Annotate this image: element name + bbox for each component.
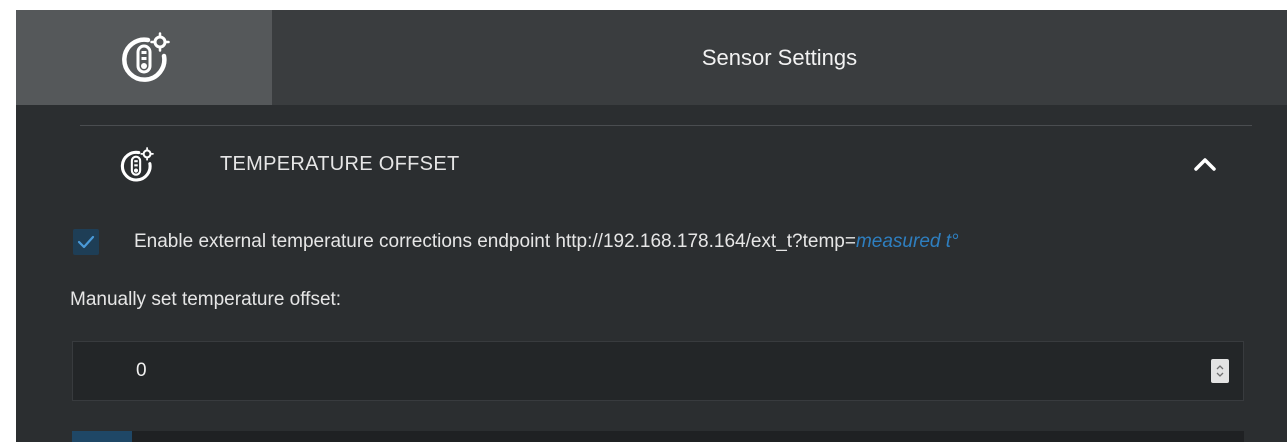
section-divider [80,125,1252,126]
manual-offset-label: Manually set temperature offset: [70,289,342,310]
settings-header: Sensor Settings [16,10,1287,105]
header-icon-cell[interactable] [16,10,272,105]
thermometer-gear-icon [122,31,170,82]
thermometer-gear-icon [120,147,154,182]
collapse-button[interactable] [1188,147,1222,181]
top-edge [0,0,1287,10]
temperature-offset-field [72,341,1244,401]
external-corrections-label: Enable external temperature corrections … [134,231,959,253]
measured-temperature-link[interactable]: measured t° [856,231,959,252]
page-title: Sensor Settings [701,44,858,70]
temperature-offset-input[interactable] [73,342,1203,400]
sensor-settings-panel: TEMPERATURE OFFSET Enable external tempe… [16,105,1287,442]
external-corrections-row: Enable external temperature corrections … [16,227,1287,257]
left-edge [0,0,16,442]
next-control-accent [72,431,132,442]
external-corrections-text: Enable external temperature corrections … [134,231,856,252]
checkmark-icon [77,235,95,249]
external-corrections-checkbox[interactable] [73,229,99,255]
next-control-partial [72,431,1244,442]
offset-stepper[interactable] [1211,359,1229,383]
temperature-offset-section-header[interactable]: TEMPERATURE OFFSET [16,133,1287,197]
stepper-arrows-icon [1216,365,1224,377]
chevron-up-icon [1194,158,1216,171]
section-title: TEMPERATURE OFFSET [220,153,460,175]
